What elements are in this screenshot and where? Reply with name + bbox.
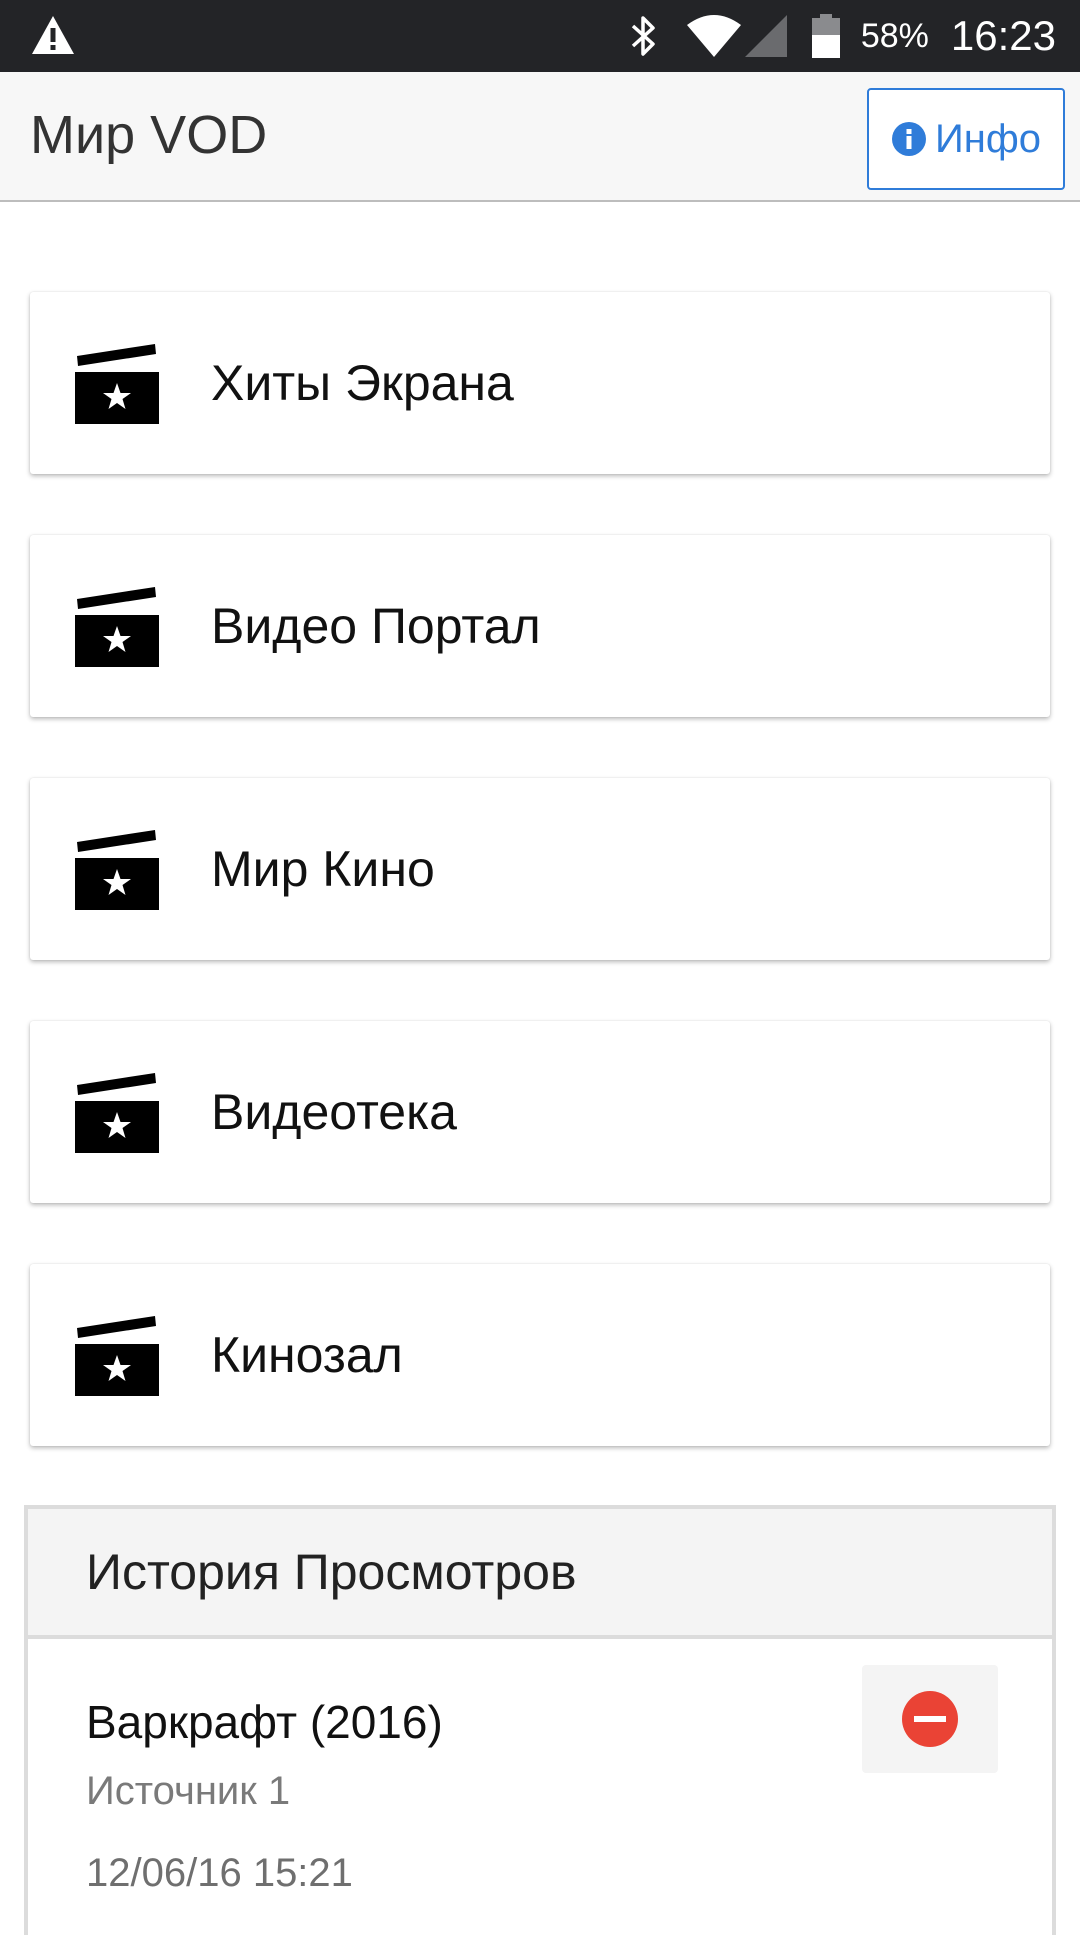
history-item-date: 12/06/16 15:21 xyxy=(86,1851,353,1895)
clapperboard-icon xyxy=(75,830,159,910)
menu-item-kinozal[interactable]: Кинозал xyxy=(30,1264,1050,1446)
menu-item-label: Видеотека xyxy=(211,1084,457,1140)
clock: 16:23 xyxy=(950,12,1056,59)
battery-icon xyxy=(811,14,840,58)
menu-item-label: Кинозал xyxy=(211,1327,403,1383)
menu-item-mir-kino[interactable]: Мир Кино xyxy=(30,778,1050,960)
app-title: Мир VOD xyxy=(30,105,268,165)
menu-item-video-portal[interactable]: Видео Портал xyxy=(30,535,1050,717)
history-title: История Просмотров xyxy=(86,1544,577,1600)
status-bar: 58% 16:23 xyxy=(0,0,1080,72)
wifi-icon xyxy=(686,15,741,57)
menu-item-label: Мир Кино xyxy=(211,841,435,897)
status-icons: 58% 16:23 xyxy=(629,0,1056,72)
info-icon xyxy=(892,122,926,156)
history-item-source: Источник 1 xyxy=(86,1769,291,1813)
menu-item-label: Видео Портал xyxy=(211,598,541,654)
clapperboard-icon xyxy=(75,587,159,667)
clapperboard-icon xyxy=(75,1316,159,1396)
info-button-label: Инфо xyxy=(935,116,1041,161)
menu-item-label: Хиты Экрана xyxy=(211,355,514,411)
cell-signal-icon xyxy=(744,15,787,57)
history-item-title: Варкрафт (2016) xyxy=(86,1696,443,1748)
history-item[interactable]: Варкрафт (2016) Источник 1 12/06/16 15:2… xyxy=(28,1639,1052,1939)
clapperboard-icon xyxy=(75,1073,159,1153)
app-bar: Мир VOD Инфо xyxy=(0,72,1080,202)
history-panel: История Просмотров Варкрафт (2016) Источ… xyxy=(24,1505,1056,1935)
menu-item-videoteka[interactable]: Видеотека xyxy=(30,1021,1050,1203)
info-button[interactable]: Инфо xyxy=(867,88,1065,190)
battery-percent: 58% xyxy=(860,16,929,55)
menu-item-hity-ekrana[interactable]: Хиты Экрана xyxy=(30,292,1050,474)
bluetooth-icon xyxy=(631,16,655,56)
warning-icon xyxy=(32,16,74,54)
remove-icon xyxy=(902,1691,958,1747)
history-header: История Просмотров xyxy=(28,1509,1052,1639)
clapperboard-icon xyxy=(75,344,159,424)
remove-history-button[interactable] xyxy=(862,1665,998,1773)
